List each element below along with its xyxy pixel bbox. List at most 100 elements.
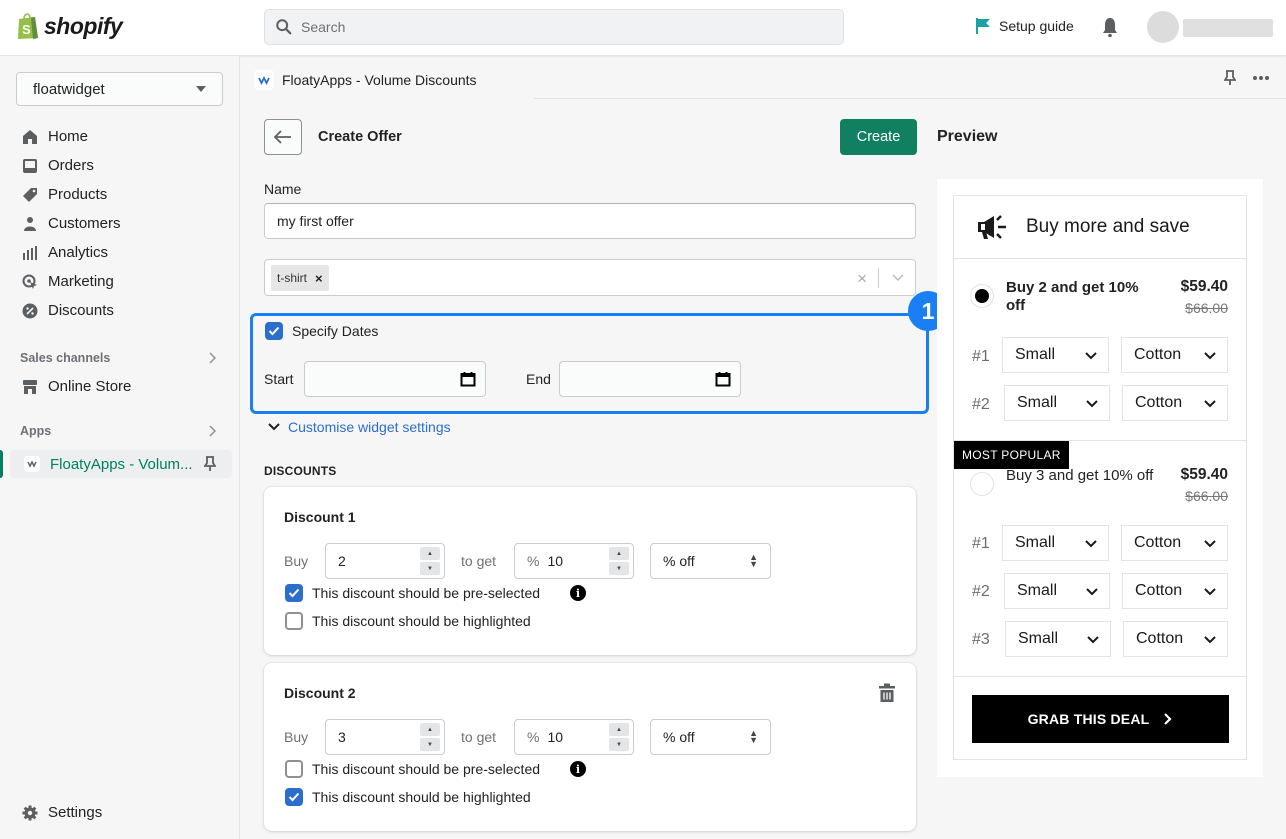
- quantity-stepper[interactable]: ▲ ▼: [420, 547, 440, 575]
- sales-channels-header[interactable]: Sales channels: [0, 348, 240, 368]
- avatar[interactable]: [1147, 11, 1179, 43]
- step-up-icon[interactable]: ▲: [420, 723, 440, 736]
- size-select[interactable]: Small: [1002, 337, 1109, 373]
- amount-stepper[interactable]: ▲ ▼: [609, 723, 629, 751]
- widget-header: Buy more and save: [954, 196, 1246, 259]
- create-button[interactable]: Create: [840, 119, 917, 155]
- size-select[interactable]: Small: [1004, 573, 1110, 609]
- header-actions: [1224, 70, 1270, 86]
- remove-tag-icon[interactable]: ×: [315, 271, 323, 286]
- calendar-icon[interactable]: [460, 371, 476, 387]
- discount-type-select[interactable]: % off ▲ ▼: [650, 543, 771, 579]
- size-select[interactable]: Small: [1004, 385, 1110, 421]
- store-icon: [22, 379, 38, 395]
- step-up-icon[interactable]: ▲: [420, 547, 440, 560]
- trash-icon[interactable]: [878, 683, 896, 703]
- material-select[interactable]: Cotton: [1123, 621, 1228, 657]
- highlighted-checkbox[interactable]: [285, 612, 303, 630]
- setup-guide-button[interactable]: Setup guide: [975, 17, 1074, 35]
- info-icon[interactable]: i: [570, 761, 586, 777]
- sidebar-item-products[interactable]: Products: [0, 180, 240, 209]
- pin-icon[interactable]: [204, 456, 216, 472]
- sidebar-item-customers[interactable]: Customers: [0, 209, 240, 238]
- app-title: FloatyApps - Volume Discounts: [254, 70, 477, 90]
- step-down-icon[interactable]: ▼: [420, 738, 440, 751]
- name-input[interactable]: [264, 203, 916, 239]
- calendar-icon[interactable]: [715, 371, 731, 387]
- discount-type-select[interactable]: % off ▲ ▼: [650, 719, 771, 755]
- store-name: floatwidget: [33, 80, 105, 98]
- offer-price: $59.40: [1180, 278, 1228, 295]
- step-down-icon[interactable]: ▼: [609, 562, 629, 575]
- step-down-icon[interactable]: ▼: [420, 562, 440, 575]
- size-select[interactable]: Small: [1005, 621, 1111, 657]
- chevron-down-icon: [1204, 636, 1216, 644]
- material-value: Cotton: [1134, 346, 1182, 363]
- step-down-icon[interactable]: ▼: [609, 738, 629, 751]
- user-name-placeholder[interactable]: [1183, 19, 1273, 37]
- customise-widget-link[interactable]: Customise widget settings: [268, 419, 451, 435]
- size-value: Small: [1017, 582, 1058, 599]
- discount-title: Discount 2: [284, 685, 356, 701]
- material-select[interactable]: Cotton: [1121, 337, 1228, 373]
- offer-radio[interactable]: [970, 472, 994, 496]
- end-date-input[interactable]: [559, 361, 741, 397]
- start-date-input[interactable]: [304, 361, 486, 397]
- material-select[interactable]: Cotton: [1122, 573, 1228, 609]
- search-bar[interactable]: [264, 9, 844, 45]
- sidebar-item-settings[interactable]: Settings: [22, 804, 102, 821]
- step-up-icon[interactable]: ▲: [609, 547, 629, 560]
- chevron-down-icon[interactable]: [891, 270, 905, 284]
- discount-amount-input[interactable]: % 10 ▲ ▼: [514, 719, 634, 755]
- highlighted-checkbox[interactable]: [285, 788, 303, 806]
- material-select[interactable]: Cotton: [1122, 385, 1228, 421]
- preselected-checkbox[interactable]: [285, 760, 303, 778]
- discount-title: Discount 1: [284, 509, 356, 525]
- caret-down-icon: [196, 86, 206, 92]
- clear-icon[interactable]: ×: [857, 269, 867, 289]
- material-select[interactable]: Cotton: [1121, 525, 1228, 561]
- size-value: Small: [1015, 346, 1056, 363]
- sidebar-item-home[interactable]: Home: [0, 122, 240, 151]
- info-icon[interactable]: i: [570, 585, 586, 601]
- chevron-down-icon: [1086, 400, 1098, 408]
- sidebar-item-online-store[interactable]: Online Store: [0, 372, 240, 401]
- quantity-stepper[interactable]: ▲ ▼: [420, 723, 440, 751]
- product-select[interactable]: t-shirt × ×: [264, 259, 916, 296]
- sidebar-item-label: Marketing: [48, 273, 114, 290]
- grab-deal-button[interactable]: GRAB THIS DEAL: [972, 695, 1229, 743]
- discount-amount-value: 10: [547, 553, 564, 569]
- size-select[interactable]: Small: [1002, 525, 1109, 561]
- step-up-icon[interactable]: ▲: [609, 723, 629, 736]
- svg-text:S: S: [22, 22, 31, 37]
- store-selector[interactable]: floatwidget: [16, 72, 223, 106]
- sidebar-item-discounts[interactable]: Discounts: [0, 296, 240, 325]
- apps-header[interactable]: Apps: [0, 421, 240, 441]
- sidebar-item-marketing[interactable]: Marketing: [0, 267, 240, 296]
- chevron-down-icon: [1085, 352, 1097, 360]
- back-button[interactable]: [264, 119, 302, 155]
- shopify-logo[interactable]: S shopify: [16, 12, 123, 40]
- highlighted-label: This discount should be highlighted: [312, 789, 531, 805]
- pin-icon[interactable]: [1224, 70, 1236, 86]
- more-options-icon[interactable]: [1252, 75, 1270, 81]
- amount-stepper[interactable]: ▲ ▼: [609, 547, 629, 575]
- specify-dates-checkbox[interactable]: [265, 322, 283, 340]
- preselected-checkbox[interactable]: [285, 584, 303, 602]
- buy-quantity-input[interactable]: 2 ▲ ▼: [325, 543, 445, 579]
- sidebar-nav: Home Orders Products Customers Analytics…: [0, 122, 240, 441]
- chevron-down-icon: [1204, 352, 1216, 360]
- buy-quantity-input[interactable]: 3 ▲ ▼: [325, 719, 445, 755]
- megaphone-icon: [978, 215, 1006, 239]
- sidebar-item-floatyapps[interactable]: FloatyApps - Volum...: [10, 450, 232, 478]
- bell-icon[interactable]: [1101, 16, 1119, 38]
- checkmark-icon: [268, 326, 280, 336]
- chevron-down-icon: [1204, 588, 1216, 596]
- sidebar-item-analytics[interactable]: Analytics: [0, 238, 240, 267]
- discount-icon: [22, 303, 38, 319]
- offer-radio[interactable]: [970, 284, 994, 308]
- search-input[interactable]: [301, 19, 843, 35]
- size-value: Small: [1017, 394, 1058, 411]
- discount-amount-input[interactable]: % 10 ▲ ▼: [514, 543, 634, 579]
- sidebar-item-orders[interactable]: Orders: [0, 151, 240, 180]
